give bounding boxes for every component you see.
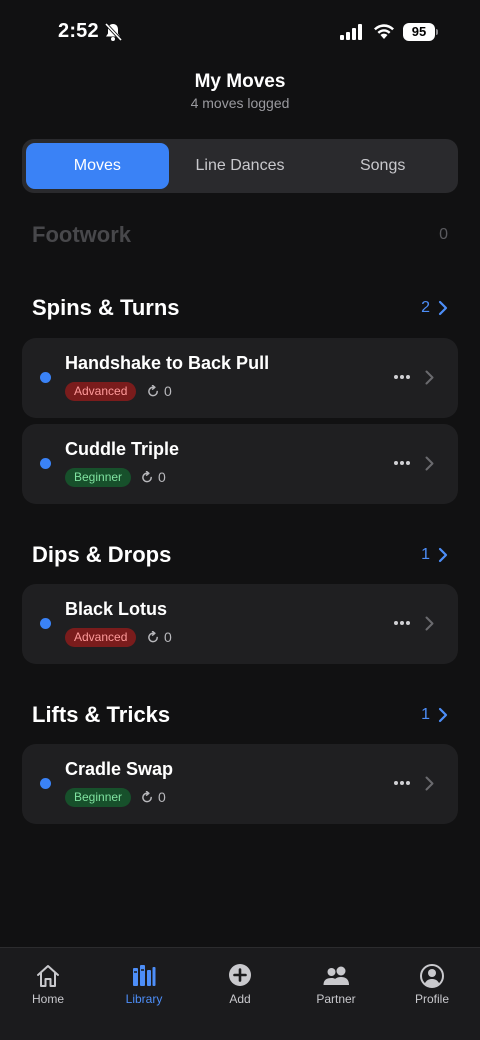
move-name: Handshake to Back Pull: [65, 353, 270, 373]
status-dot: [40, 778, 51, 789]
section-header-spins-turns[interactable]: Spins & Turns 2: [32, 295, 448, 321]
move-card[interactable]: Handshake to Back Pull Advanced 0: [22, 338, 458, 418]
level-badge: Advanced: [65, 628, 137, 647]
move-name: Cuddle Triple: [65, 439, 180, 459]
library-icon: [133, 965, 156, 986]
profile-icon: [420, 964, 444, 988]
tab-label: Home: [31, 992, 64, 1006]
page-title: My Moves: [194, 71, 286, 92]
status-dot: [40, 618, 51, 629]
repeat-icon: [148, 630, 158, 642]
section-title: Dips & Drops: [32, 542, 172, 567]
more-options-icon[interactable]: [393, 780, 411, 786]
repeat-icon: [142, 790, 152, 802]
move-card[interactable]: Cradle Swap Beginner 0: [22, 744, 458, 824]
tab-library[interactable]: Library: [96, 948, 192, 1040]
chevron-right-icon: [438, 707, 448, 723]
cellular-signal-icon: [340, 24, 362, 40]
chevron-right-icon: [425, 370, 434, 385]
segment-moves[interactable]: Moves: [26, 143, 169, 189]
section-header-lifts-tricks[interactable]: Lifts & Tricks 1: [32, 702, 448, 728]
section-count: 1: [421, 706, 430, 723]
level-badge: Advanced: [65, 382, 137, 401]
repeat-icon: [148, 384, 158, 396]
status-time: 2:52: [58, 20, 99, 42]
segment-songs[interactable]: Songs: [311, 143, 454, 189]
more-options-icon[interactable]: [393, 620, 411, 626]
tab-label: Add: [229, 992, 251, 1006]
tab-label: Partner: [316, 992, 356, 1006]
status-bar: 2:52 95: [0, 0, 480, 64]
chevron-right-icon: [438, 300, 448, 316]
repeat-icon: [142, 470, 152, 482]
move-card[interactable]: Black Lotus Advanced 0: [22, 584, 458, 664]
tab-profile[interactable]: Profile: [384, 948, 480, 1040]
status-dot: [40, 372, 51, 383]
more-options-icon[interactable]: [393, 460, 411, 466]
bell-slash-icon: [104, 22, 122, 42]
rep-count-value: 0: [158, 789, 166, 805]
rep-count: 0: [141, 789, 166, 805]
tab-add[interactable]: Add: [192, 948, 288, 1040]
tab-label: Profile: [414, 992, 449, 1006]
section-title: Lifts & Tricks: [32, 702, 171, 727]
section-header-dips-drops[interactable]: Dips & Drops 1: [32, 542, 448, 568]
level-badge: Beginner: [65, 468, 132, 487]
move-name: Black Lotus: [65, 599, 168, 619]
section-title: Spins & Turns: [32, 295, 180, 320]
move-card[interactable]: Cuddle Triple Beginner 0: [22, 424, 458, 504]
chevron-right-icon: [425, 456, 434, 471]
rep-count-value: 0: [164, 383, 172, 399]
segmented-control: Moves Line Dances Songs: [22, 139, 458, 193]
rep-count: 0: [141, 469, 166, 485]
rep-count-value: 0: [164, 629, 172, 645]
move-name: Cradle Swap: [65, 759, 174, 779]
wifi-icon: [374, 24, 394, 39]
page-subtitle: 4 moves logged: [190, 95, 290, 111]
section-count-link[interactable]: 1: [421, 546, 448, 564]
segment-line-dances[interactable]: Line Dances: [169, 143, 312, 189]
home-icon: [37, 965, 59, 987]
rep-count: 0: [147, 629, 172, 645]
rep-count: 0: [147, 383, 172, 399]
chevron-right-icon: [425, 616, 434, 631]
section-count: 0: [439, 226, 448, 243]
tab-home[interactable]: Home: [0, 948, 96, 1040]
status-dot: [40, 458, 51, 469]
partner-icon: [323, 966, 349, 985]
more-options-icon[interactable]: [393, 374, 411, 380]
chevron-right-icon: [425, 776, 434, 791]
section-header-footwork[interactable]: Footwork 0: [32, 222, 448, 248]
section-count: 2: [421, 299, 430, 316]
rep-count-value: 0: [158, 469, 166, 485]
battery-cap: [436, 29, 438, 35]
section-count: 1: [421, 546, 430, 563]
tab-bar: Home Library Add Partner Profile: [0, 947, 480, 1040]
add-icon: [229, 964, 251, 986]
chevron-right-icon: [438, 547, 448, 563]
tab-label: Library: [125, 992, 163, 1006]
level-badge: Beginner: [65, 788, 132, 807]
section-count-link[interactable]: 1: [421, 706, 448, 724]
battery-level: 95: [403, 23, 435, 41]
tab-partner[interactable]: Partner: [288, 948, 384, 1040]
section-count-link[interactable]: 2: [421, 299, 448, 317]
section-title: Footwork: [32, 222, 131, 247]
